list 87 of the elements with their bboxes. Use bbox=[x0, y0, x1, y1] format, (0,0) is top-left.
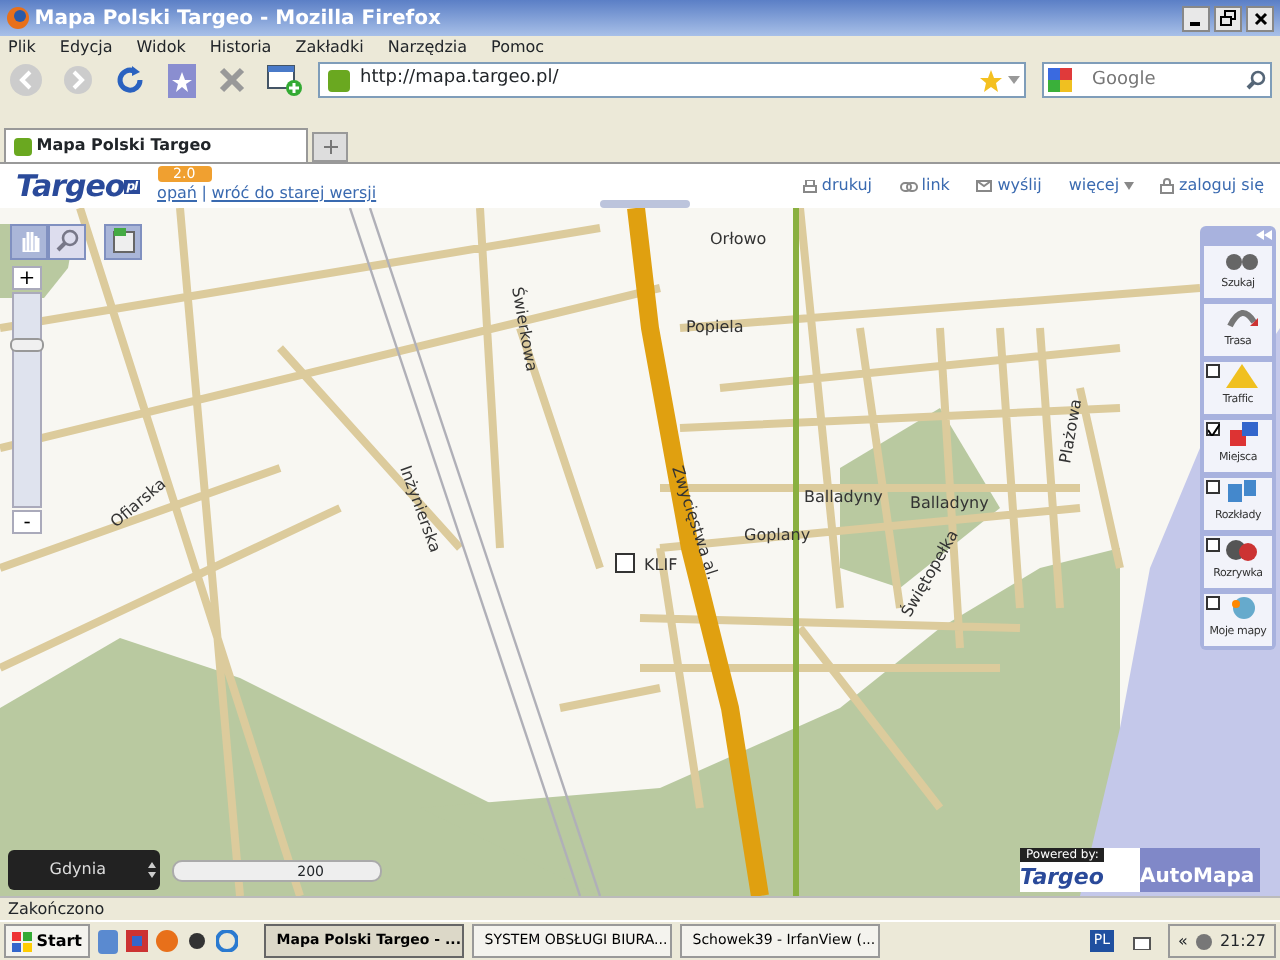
zoom-slider-thumb[interactable] bbox=[10, 338, 44, 352]
quick-launch-icon[interactable] bbox=[186, 930, 209, 952]
reload-button[interactable] bbox=[112, 62, 148, 98]
route-arrow-icon bbox=[1226, 306, 1258, 330]
layer-checkbox[interactable] bbox=[1206, 364, 1220, 378]
header-action-link[interactable]: zaloguj się bbox=[1160, 174, 1264, 198]
clock-text: 21:27 bbox=[1219, 929, 1266, 953]
dropdown-caret-icon bbox=[1123, 182, 1134, 190]
street-label: Balladyny bbox=[910, 494, 989, 512]
window-plus-icon bbox=[266, 62, 303, 98]
browser-logo-icon bbox=[6, 6, 30, 30]
printer-icon bbox=[801, 179, 818, 193]
menu-item[interactable]: Historia bbox=[209, 35, 272, 59]
windows-flag-icon bbox=[12, 931, 32, 951]
site-icon bbox=[328, 69, 351, 91]
street-label: Goplany bbox=[744, 526, 811, 544]
chain-link-icon bbox=[899, 181, 918, 191]
reload-icon bbox=[113, 64, 146, 96]
street-label: Balladyny bbox=[804, 488, 883, 506]
street-label: Orłowo bbox=[710, 230, 767, 248]
header-action-link[interactable]: wyślij bbox=[976, 174, 1042, 198]
menu-item[interactable]: Zakładki bbox=[295, 35, 364, 59]
zoom-in-button[interactable]: + bbox=[12, 266, 42, 290]
old-version-link[interactable]: wróć do starej wersji bbox=[211, 182, 377, 206]
new-window-button[interactable] bbox=[266, 62, 303, 98]
zoom-tool-button[interactable] bbox=[48, 224, 86, 260]
close-icon bbox=[1253, 11, 1267, 26]
place-marker-icon[interactable] bbox=[615, 553, 635, 573]
zoom-slider[interactable] bbox=[12, 292, 42, 508]
separator-text: | bbox=[201, 182, 207, 206]
address-field[interactable]: http://mapa.targeo.pl/ bbox=[318, 62, 1026, 98]
layer-checkbox[interactable] bbox=[1206, 596, 1220, 610]
search-engine-icon bbox=[1048, 68, 1072, 92]
bookmark-button[interactable] bbox=[163, 62, 199, 98]
search-field[interactable]: Google bbox=[1042, 62, 1272, 98]
header-action-link[interactable]: drukuj bbox=[801, 174, 873, 198]
stop-icon bbox=[218, 65, 247, 94]
location-selector[interactable]: Gdynia bbox=[8, 850, 160, 890]
browser-tab[interactable]: Mapa Polski Targeo bbox=[4, 128, 308, 162]
menu-item[interactable]: Pomoc bbox=[491, 35, 545, 59]
brand-logo: Targeo bbox=[1020, 862, 1106, 894]
street-label: Plażowa bbox=[1056, 397, 1086, 465]
padlock-icon bbox=[1160, 178, 1175, 194]
brand-logo: AutoMapa bbox=[1140, 864, 1255, 892]
site-logo[interactable]: Targeo$^{pl}$ bbox=[16, 163, 140, 209]
check-icon bbox=[1208, 424, 1220, 436]
star-page-icon bbox=[167, 63, 195, 97]
new-tab-button[interactable] bbox=[312, 132, 348, 162]
layer-checkbox[interactable] bbox=[1206, 480, 1220, 494]
tray-expand-button[interactable]: « bbox=[1178, 929, 1188, 953]
start-button[interactable]: Start bbox=[4, 924, 91, 958]
menu-item[interactable]: Narzędzia bbox=[387, 35, 468, 59]
menu-item[interactable]: Edycja bbox=[59, 35, 113, 59]
spinner-arrows-icon bbox=[147, 862, 156, 878]
layers-icon bbox=[111, 227, 135, 254]
dropdown-caret-icon[interactable] bbox=[1007, 76, 1020, 84]
menu-item[interactable]: Widok bbox=[136, 35, 186, 59]
layers-button[interactable] bbox=[104, 224, 142, 260]
collapse-handle[interactable] bbox=[600, 200, 690, 208]
collapse-arrows-icon[interactable] bbox=[1256, 230, 1272, 240]
hand-tool-button[interactable] bbox=[10, 224, 48, 260]
menu-item[interactable]: Plik bbox=[8, 35, 36, 59]
header-action-link[interactable]: więcej bbox=[1068, 174, 1134, 198]
header-action-link[interactable]: link bbox=[899, 174, 950, 198]
layer-checkbox[interactable] bbox=[1206, 422, 1220, 436]
network-tray-icon[interactable] bbox=[1131, 932, 1152, 950]
search-icon[interactable] bbox=[1246, 70, 1266, 90]
street-label: Popiela bbox=[686, 318, 744, 336]
envelope-icon bbox=[976, 180, 993, 192]
restore-button[interactable] bbox=[1213, 5, 1242, 31]
window-title: Mapa Polski Targeo - Mozilla Firefox bbox=[34, 5, 443, 33]
minimize-button[interactable] bbox=[1181, 5, 1209, 31]
description-link[interactable]: opań bbox=[157, 182, 197, 206]
site-icon bbox=[14, 137, 32, 155]
magnifier-icon bbox=[55, 228, 79, 253]
speaker-tray-icon[interactable] bbox=[1195, 933, 1212, 949]
quick-launch-icon[interactable] bbox=[126, 930, 149, 952]
street-label: Świerkowa bbox=[508, 285, 541, 373]
plus-icon bbox=[323, 139, 337, 154]
layer-checkbox[interactable] bbox=[1206, 538, 1220, 552]
star-icon[interactable] bbox=[980, 69, 1003, 91]
street-label: KLIF bbox=[644, 556, 678, 574]
restore-icon bbox=[1219, 10, 1236, 27]
zoom-out-button[interactable]: - bbox=[12, 510, 42, 534]
close-button[interactable] bbox=[1246, 5, 1274, 31]
status-text: Zakończono bbox=[8, 897, 105, 921]
binoculars-icon bbox=[1226, 248, 1258, 272]
